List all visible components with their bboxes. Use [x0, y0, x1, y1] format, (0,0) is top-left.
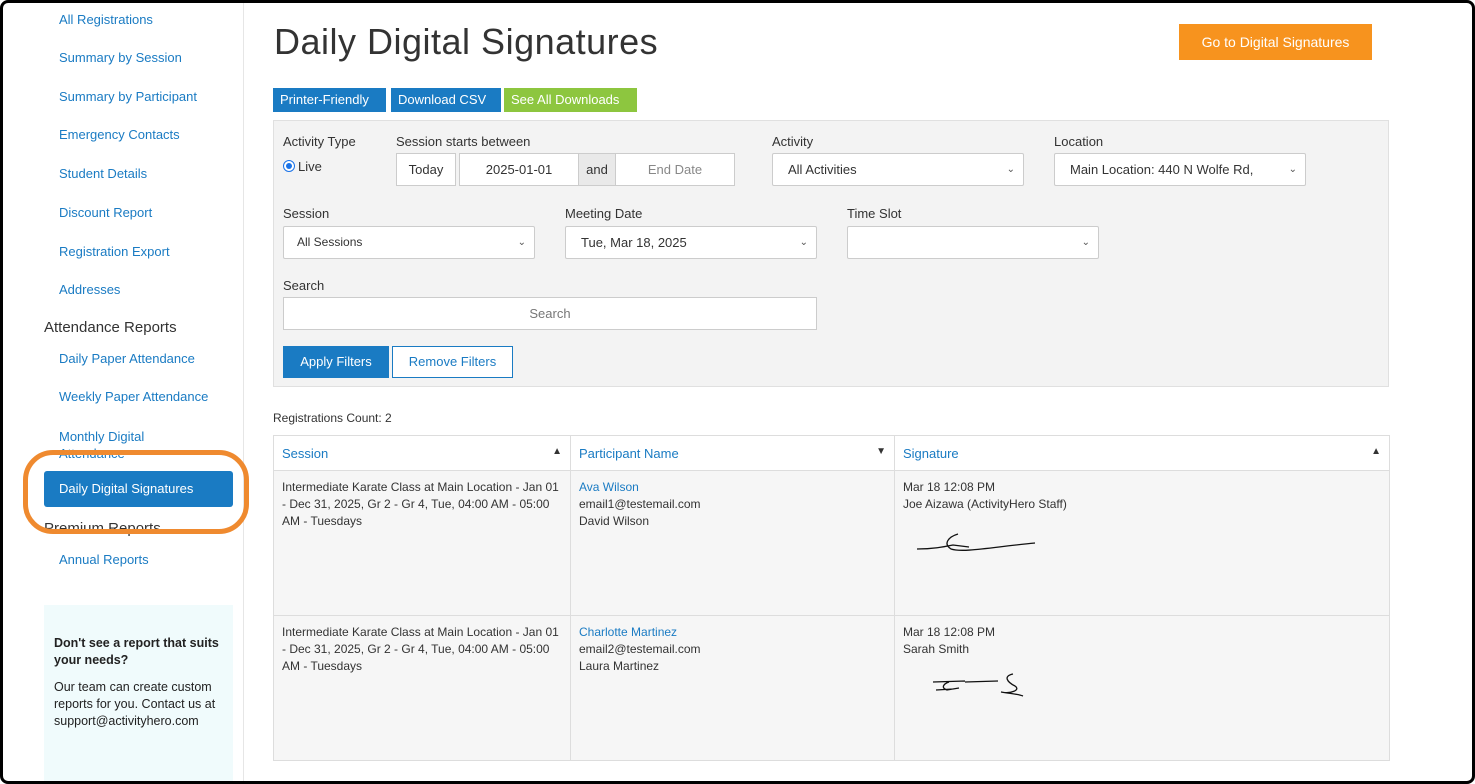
start-date-input[interactable]: 2025-01-01 — [459, 153, 579, 186]
apply-filters-button[interactable]: Apply Filters — [283, 346, 389, 378]
header-label: Session — [282, 445, 329, 461]
filter-panel: Activity Type Live Session starts betwee… — [273, 120, 1389, 387]
table-row: Intermediate Karate Class at Main Locati… — [273, 470, 1390, 616]
sidebar-item-addresses[interactable]: Addresses — [59, 282, 120, 297]
activity-label: Activity — [772, 134, 814, 149]
location-label: Location — [1054, 134, 1104, 149]
printer-friendly-button[interactable]: Printer-Friendly — [273, 88, 386, 112]
sidebar-item-discount-report[interactable]: Discount Report — [59, 205, 152, 220]
header-label: Participant Name — [579, 445, 679, 461]
session-cell: Intermediate Karate Class at Main Locati… — [273, 470, 571, 616]
participant-email: email2@testemail.com — [579, 642, 701, 656]
participant-cell: Charlotte Martinez email2@testemail.com … — [570, 615, 895, 761]
sidebar-item-annual-reports[interactable]: Annual Reports — [59, 552, 149, 567]
location-select-value: Main Location: 440 N Wolfe Rd, — [1070, 162, 1254, 177]
chevron-down-icon: ⌄ — [517, 237, 526, 248]
sort-icon: ▲︎ — [1371, 446, 1381, 457]
table-header-row: Session ▲︎ Participant Name ▼ Signature ▲︎ — [273, 435, 1390, 471]
registrations-table: Session ▲︎ Participant Name ▼ Signature ▲︎ … — [273, 435, 1390, 761]
signature-image — [932, 673, 1024, 697]
go-to-digital-signatures-button[interactable]: Go to Digital Signatures — [1179, 24, 1372, 60]
participant-cell: Ava Wilson email1@testemail.com David Wi… — [570, 470, 895, 616]
sidebar-item-registration-export[interactable]: Registration Export — [59, 244, 170, 259]
sort-icon: ▲︎ — [552, 446, 562, 457]
sidebar-item-weekly-paper-attendance[interactable]: Weekly Paper Attendance — [59, 389, 208, 404]
session-starts-label: Session starts between — [396, 134, 531, 149]
column-header-signature[interactable]: Signature ▲︎ — [894, 435, 1390, 471]
activity-type-live-radio[interactable]: Live — [283, 159, 322, 174]
activity-select[interactable]: All Activities ⌄ — [772, 153, 1024, 186]
signature-image — [916, 533, 1036, 551]
session-label: Session — [283, 206, 330, 221]
column-header-session[interactable]: Session ▲︎ — [273, 435, 571, 471]
radio-label: Live — [298, 159, 322, 174]
parent-name: David Wilson — [579, 514, 650, 528]
time-slot-select[interactable]: ⌄ — [847, 226, 1099, 259]
sidebar-item-student-details[interactable]: Student Details — [59, 166, 147, 181]
participant-email: email1@testemail.com — [579, 497, 701, 511]
activity-select-value: All Activities — [788, 162, 857, 177]
download-csv-button[interactable]: Download CSV — [391, 88, 501, 112]
meeting-date-label: Meeting Date — [565, 206, 643, 221]
signature-time: Mar 18 12:08 PM — [903, 625, 996, 639]
participant-name-link[interactable]: Charlotte Martinez — [579, 624, 886, 641]
signature-cell: Mar 18 12:08 PM Sarah Smith — [894, 615, 1390, 761]
table-row: Intermediate Karate Class at Main Locati… — [273, 615, 1390, 761]
page-title: Daily Digital Signatures — [274, 21, 659, 62]
remove-filters-button[interactable]: Remove Filters — [392, 346, 513, 378]
chevron-down-icon: ⌄ — [1006, 164, 1015, 175]
sidebar-item-daily-digital-signatures[interactable]: Daily Digital Signatures — [44, 471, 233, 507]
radio-selected-icon — [283, 160, 295, 172]
header-label: Signature — [903, 445, 959, 461]
end-date-input[interactable]: End Date — [615, 153, 735, 186]
chevron-down-icon: ⌄ — [1081, 237, 1090, 248]
activity-type-label: Activity Type — [283, 134, 356, 149]
sidebar-item-monthly-digital-attendance[interactable]: Monthly Digital Attendance — [59, 428, 169, 462]
meeting-date-select[interactable]: Tue, Mar 18, 2025 ⌄ — [565, 226, 817, 259]
column-header-participant[interactable]: Participant Name ▼ — [570, 435, 895, 471]
session-select-value: All Sessions — [297, 235, 363, 249]
main-content: Daily Digital Signatures Go to Digital S… — [273, 3, 1472, 781]
sidebar-item-summary-by-participant[interactable]: Summary by Participant — [59, 89, 197, 104]
today-button[interactable]: Today — [396, 153, 456, 186]
chevron-down-icon: ⌄ — [799, 237, 808, 248]
parent-name: Laura Martinez — [579, 659, 660, 673]
signer-name: Joe Aizawa (ActivityHero Staff) — [903, 497, 1067, 511]
location-select[interactable]: Main Location: 440 N Wolfe Rd, ⌄ — [1054, 153, 1306, 186]
premium-reports-heading: Premium Reports — [44, 520, 161, 537]
see-all-downloads-button[interactable]: See All Downloads — [504, 88, 637, 112]
time-slot-label: Time Slot — [847, 206, 902, 221]
and-label: and — [578, 153, 616, 186]
help-title: Don't see a report that suits your needs… — [54, 636, 219, 667]
help-body: Our team can create custom reports for y… — [54, 680, 216, 728]
sidebar-item-emergency-contacts[interactable]: Emergency Contacts — [59, 127, 180, 142]
chevron-down-icon: ⌄ — [1288, 164, 1297, 175]
participant-name-link[interactable]: Ava Wilson — [579, 479, 886, 496]
sidebar-item-all-registrations[interactable]: All Registrations — [59, 12, 153, 27]
session-select[interactable]: All Sessions ⌄ — [283, 226, 535, 259]
sidebar: All Registrations Summary by Session Sum… — [3, 3, 249, 781]
app-window: All Registrations Summary by Session Sum… — [0, 0, 1475, 784]
sidebar-item-daily-paper-attendance[interactable]: Daily Paper Attendance — [59, 351, 195, 366]
signer-name: Sarah Smith — [903, 642, 970, 656]
search-input[interactable]: Search — [283, 297, 817, 330]
search-label: Search — [283, 278, 325, 293]
meeting-date-select-value: Tue, Mar 18, 2025 — [581, 235, 687, 250]
sort-desc-icon: ▼ — [876, 446, 886, 457]
registrations-count: Registrations Count: 2 — [273, 411, 392, 425]
session-cell: Intermediate Karate Class at Main Locati… — [273, 615, 571, 761]
help-box: Don't see a report that suits your needs… — [44, 605, 233, 781]
attendance-reports-heading: Attendance Reports — [44, 319, 177, 336]
signature-cell: Mar 18 12:08 PM Joe Aizawa (ActivityHero… — [894, 470, 1390, 616]
signature-time: Mar 18 12:08 PM — [903, 480, 996, 494]
sidebar-item-summary-by-session[interactable]: Summary by Session — [59, 50, 182, 65]
